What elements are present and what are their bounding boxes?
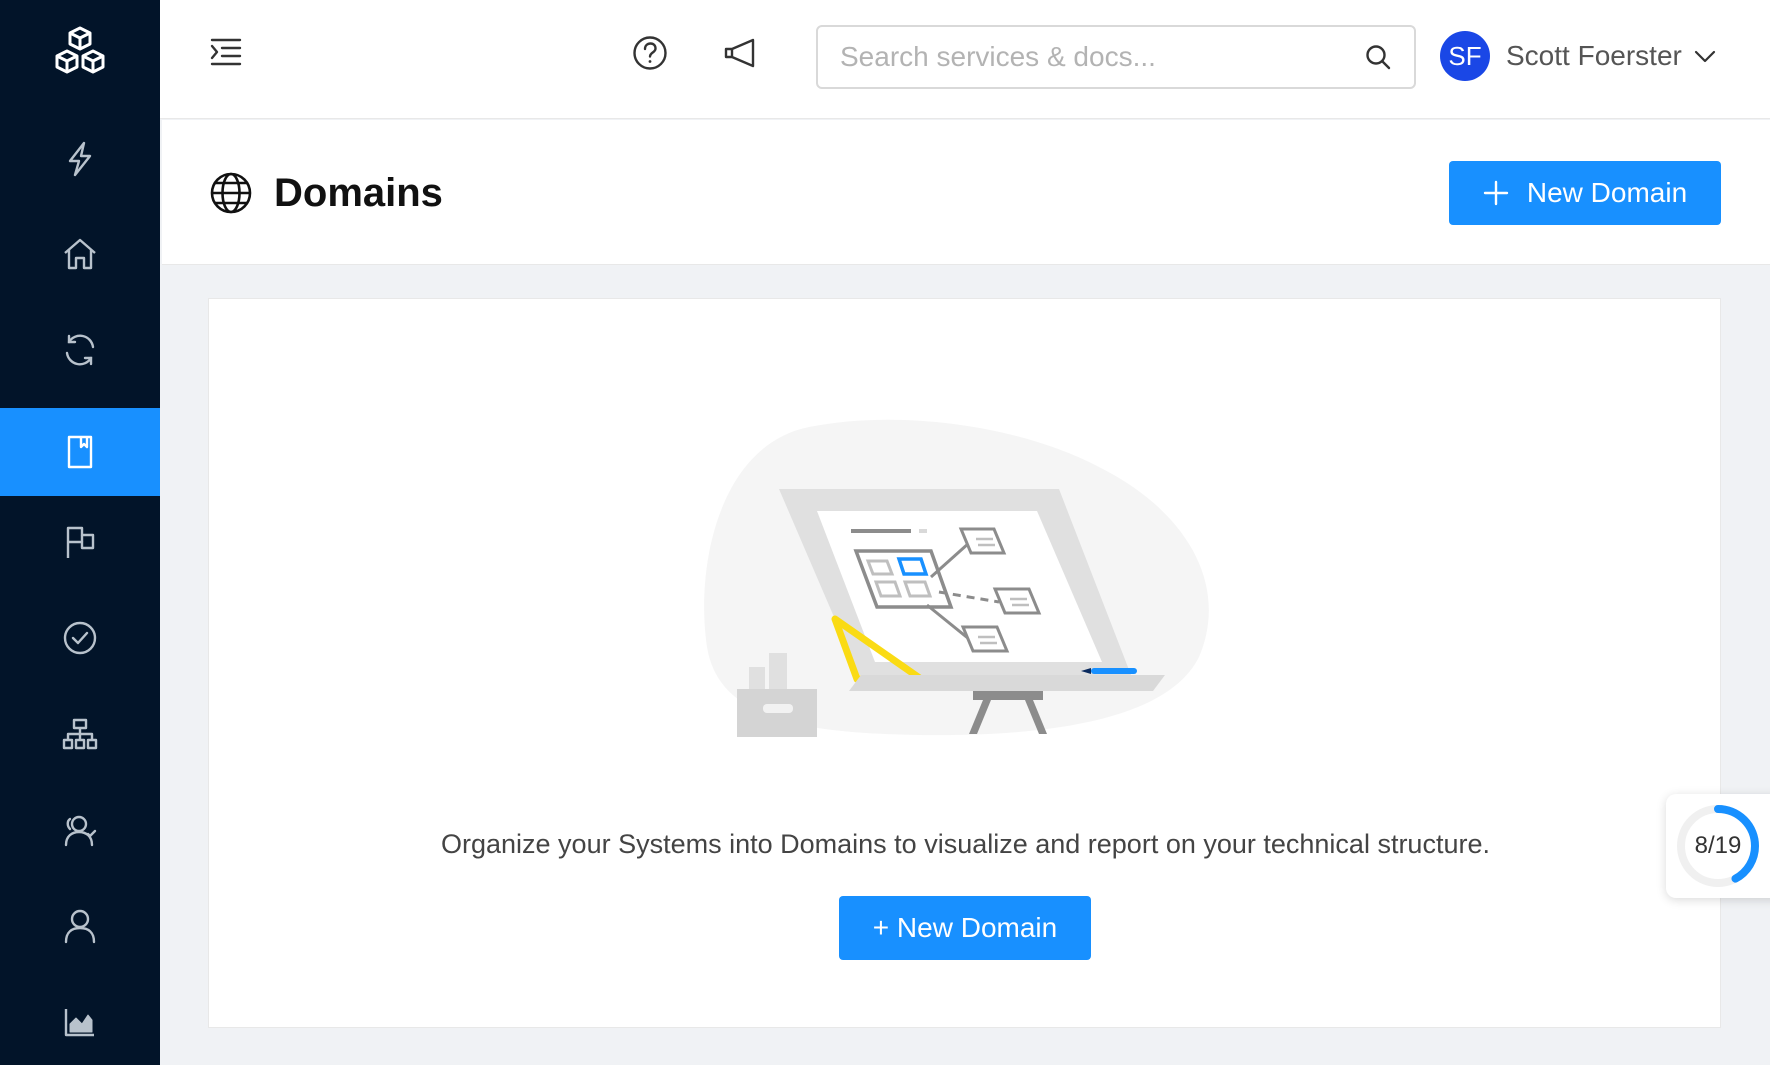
globe-icon bbox=[210, 172, 252, 214]
menu-toggle-button[interactable] bbox=[206, 32, 246, 72]
empty-state-description: Organize your Systems into Domains to vi… bbox=[441, 829, 1490, 859]
book-icon bbox=[67, 435, 93, 469]
sidebar bbox=[0, 0, 160, 1065]
question-circle-icon bbox=[633, 36, 667, 70]
sidebar-item-actions[interactable] bbox=[0, 115, 160, 203]
page-title: Domains bbox=[274, 171, 443, 215]
new-domain-button[interactable]: New Domain bbox=[1449, 161, 1721, 225]
sidebar-item-catalog[interactable] bbox=[0, 408, 160, 496]
sidebar-item-hierarchy[interactable] bbox=[0, 690, 160, 778]
flag-icon bbox=[66, 526, 95, 558]
chevron-down-icon bbox=[1694, 50, 1715, 63]
user-icon bbox=[64, 909, 96, 944]
sidebar-item-reports[interactable] bbox=[0, 978, 160, 1065]
help-button[interactable] bbox=[630, 33, 670, 73]
megaphone-icon bbox=[724, 38, 755, 68]
announcements-button[interactable] bbox=[720, 33, 760, 73]
empty-state-illustration bbox=[704, 419, 1209, 737]
search-input[interactable] bbox=[840, 27, 1340, 87]
cubes-logo-icon bbox=[55, 26, 105, 73]
sidebar-item-home[interactable] bbox=[0, 210, 160, 298]
home-icon bbox=[64, 238, 96, 270]
menu-unfold-icon bbox=[210, 38, 242, 66]
sidebar-item-teams[interactable] bbox=[0, 786, 160, 874]
search-icon[interactable] bbox=[1364, 43, 1392, 71]
page-header: Domains New Domain bbox=[162, 120, 1770, 265]
sidebar-item-users[interactable] bbox=[0, 882, 160, 970]
search-box[interactable] bbox=[816, 25, 1416, 89]
progress-label: 8/19 bbox=[1694, 832, 1742, 859]
check-circle-icon bbox=[63, 621, 97, 655]
empty-state-card: Organize your Systems into Domains to vi… bbox=[208, 298, 1721, 1028]
sidebar-item-scorecards[interactable] bbox=[0, 594, 160, 682]
sidebar-item-initiatives[interactable] bbox=[0, 498, 160, 586]
new-domain-button-label: New Domain bbox=[1526, 177, 1688, 208]
sidebar-item-sync[interactable] bbox=[0, 306, 160, 394]
empty-state-new-domain-button[interactable]: + New Domain bbox=[839, 896, 1091, 960]
plus-icon bbox=[1483, 180, 1509, 206]
team-icon bbox=[64, 815, 97, 847]
lightning-icon bbox=[68, 141, 92, 177]
top-header: SF Scott Foerster bbox=[160, 0, 1770, 119]
hierarchy-icon bbox=[62, 718, 98, 750]
onboarding-progress-widget[interactable]: 8/19 bbox=[1666, 794, 1770, 898]
area-chart-icon bbox=[64, 1009, 94, 1037]
logo[interactable] bbox=[0, 0, 160, 105]
user-name: Scott Foerster bbox=[1506, 40, 1682, 71]
user-menu[interactable]: SF Scott Foerster bbox=[1440, 30, 1716, 82]
sync-icon bbox=[65, 334, 95, 366]
avatar: SF bbox=[1440, 31, 1490, 81]
